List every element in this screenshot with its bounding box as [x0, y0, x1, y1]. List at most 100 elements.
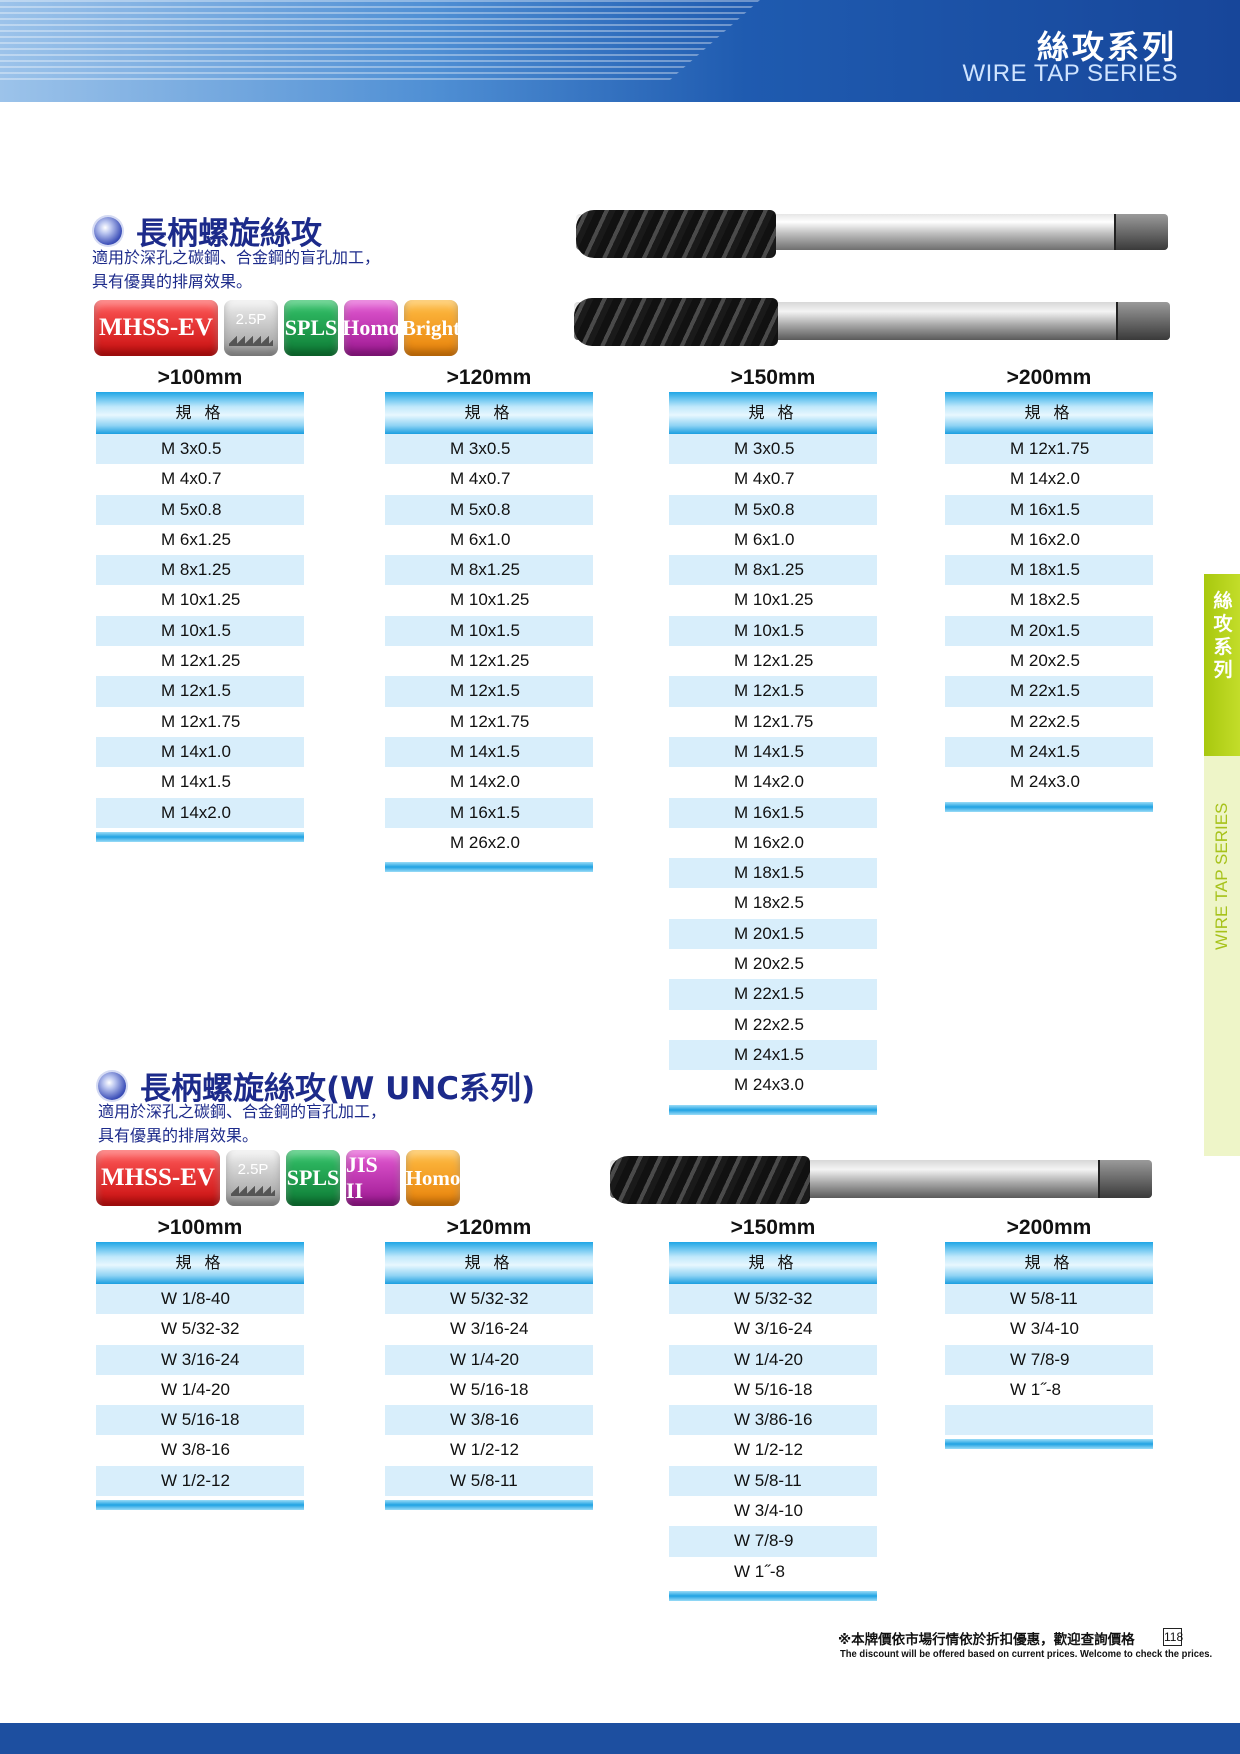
col-length-header: >100mm: [157, 366, 243, 389]
spec-row: M 5x0.8: [669, 494, 877, 525]
spec-row: M 20x1.5: [669, 918, 877, 950]
spec-row: M 24x1.5: [669, 1039, 877, 1071]
col-length-header: >100mm: [157, 1216, 243, 1239]
spec-rows: M 12x1.75 M 14x2.0 M 16x1.5 M 16x2.0 M 18x1.…: [945, 434, 1153, 798]
spec-row: M 16x2.0: [734, 832, 804, 852]
spec-row: M 14x1.5: [385, 736, 593, 768]
spec-row: M 8x1.25: [385, 555, 593, 586]
table-footer-bar: [945, 801, 1153, 812]
spec-rows: M 3x0.5 M 4x0.7 M 5x0.8 M 6x1.0 M 8x1.25 M 10…: [385, 434, 593, 858]
spec-row: M 18x1.5: [669, 858, 877, 889]
badge-pitch: 2.5P: [226, 1150, 280, 1206]
tool-shank-square: [1114, 214, 1168, 250]
spec-row: M 12x1.75: [734, 711, 814, 731]
spec-row: M 24x3.0: [1010, 772, 1080, 792]
section1-col-100: >100mm 規 格 M 3x0.5 M 4x0.7 M 5x0.8 M 6x1.25…: [96, 364, 304, 842]
section2-col-100: >100mm 規 格 W 1/8-40 W 5/32-32 W 3/16-24 W 1…: [96, 1214, 304, 1511]
spec-row: W 3/4-10: [734, 1501, 803, 1521]
spec-header: 規 格: [669, 1242, 877, 1284]
spec-row: M 20x2.5: [1010, 651, 1080, 671]
spec-row: M 12x1.25: [450, 651, 530, 671]
section1-desc-line2: 具有優異的排屑效果。: [92, 272, 253, 291]
spec-row: W 3/16-24: [734, 1319, 813, 1339]
spec-row: M 26x2.0: [450, 832, 520, 852]
section2-description: 適用於深孔之碳鋼、合金鋼的盲孔加工， 具有優異的排屑效果。: [98, 1100, 386, 1148]
spec-row: M 10x1.5: [385, 615, 593, 647]
spec-row: W 1/4-20: [669, 1344, 877, 1375]
spec-header: 規 格: [945, 392, 1153, 434]
spec-row: M 5x0.8: [96, 494, 304, 525]
spec-row: W 3/4-10: [1010, 1319, 1079, 1339]
spec-row: M 20x2.5: [734, 954, 804, 974]
table-footer-bar: [96, 831, 304, 842]
col-length-header: >200mm: [1006, 1216, 1092, 1239]
spec-row: W 5/32-32: [385, 1284, 593, 1315]
tool-image-tap-1: [576, 210, 1168, 258]
spec-header: 規 格: [96, 1242, 304, 1284]
spec-row: M 4x0.7: [161, 469, 222, 489]
badge-pitch-label: 2.5P: [237, 1160, 269, 1178]
spec-rows: W 1/8-40 W 5/32-32 W 3/16-24 W 1/4-20 W 5/16…: [96, 1284, 304, 1497]
spec-header: 規 格: [945, 1242, 1153, 1284]
spec-row: M 8x1.25: [96, 555, 304, 586]
spec-row: W 3/86-16: [669, 1405, 877, 1436]
spec-header: 規 格: [385, 392, 593, 434]
footer-band: [0, 1723, 1240, 1754]
spec-row: M 22x1.5: [945, 676, 1153, 707]
spec-row: W 1/2-12: [734, 1440, 803, 1460]
spec-row: M 16x1.5: [669, 797, 877, 828]
price-note-en: The discount will be offered based on cu…: [840, 1648, 1213, 1660]
spec-row: W 5/32-32: [161, 1319, 240, 1339]
section1-description: 適用於深孔之碳鋼、合金鋼的盲孔加工， 具有優異的排屑效果。: [92, 246, 380, 294]
table-footer-bar: [385, 862, 593, 873]
spec-row: W 5/8-11: [669, 1465, 877, 1497]
saw-tooth-icon: [229, 333, 273, 346]
spec-row: M 10x1.25: [450, 590, 530, 610]
tool-flutes: [574, 298, 778, 346]
spec-header: 規 格: [669, 392, 877, 434]
section2-desc-line1: 適用於深孔之碳鋼、合金鋼的盲孔加工，: [98, 1102, 387, 1121]
header-band: 絲攻系列 WIRE TAP SERIES: [0, 0, 1240, 102]
spec-row: W 5/16-18: [734, 1379, 813, 1399]
spec-row: W 5/16-18: [450, 1379, 529, 1399]
spec-row: W 1˝-8: [1010, 1379, 1061, 1399]
spec-row: M 14x2.0: [96, 797, 304, 828]
spec-row: M 22x2.5: [734, 1014, 804, 1034]
badge-jis: JIS II: [346, 1150, 400, 1206]
price-note-zh: ※本牌價依市場行情依於折扣優惠，歡迎查詢價格: [838, 1632, 1135, 1648]
spec-row: W 1˝-8: [734, 1561, 785, 1581]
col-length-header: >200mm: [1006, 366, 1092, 389]
bullet-icon: [98, 1071, 126, 1100]
spec-row: M 22x2.5: [1010, 711, 1080, 731]
tool-image-tap-3: [610, 1156, 1152, 1204]
spec-row: M 10x1.25: [161, 590, 241, 610]
spec-row: W 7/8-9: [945, 1344, 1153, 1375]
spec-row: M 12x1.5: [669, 676, 877, 707]
bullet-icon: [94, 216, 122, 245]
spec-row: M 16x1.5: [945, 494, 1153, 525]
spec-row: M 24x1.5: [945, 736, 1153, 768]
spec-row: W 5/8-11: [385, 1465, 593, 1497]
spec-rows: M 3x0.5 M 4x0.7 M 5x0.8 M 6x1.25 M 8x1.25 M 1…: [96, 434, 304, 828]
spec-row: M 14x1.5: [669, 736, 877, 768]
spec-row: W 1/8-40: [96, 1284, 304, 1315]
col-length-header: >150mm: [730, 1216, 816, 1239]
spec-row: W 5/8-11: [945, 1284, 1153, 1315]
section2-col-150: >150mm 規 格 W 5/32-32 W 3/16-24 W 1/4-20 W 5…: [669, 1214, 877, 1601]
saw-tooth-icon: [231, 1183, 275, 1196]
side-tab-label-zh: 絲 攻 系 列: [1213, 590, 1233, 681]
table-footer-bar: [385, 1500, 593, 1511]
spec-row: M 6x1.0: [450, 529, 511, 549]
spec-row: M 14x2.0: [450, 772, 520, 792]
spec-row: W 5/16-18: [96, 1405, 304, 1436]
spec-row: W 1/4-20: [385, 1344, 593, 1375]
page-number: 118: [1163, 1628, 1184, 1646]
spec-rows: W 5/32-32 W 3/16-24 W 1/4-20 W 5/16-18 W 3/8…: [669, 1284, 877, 1587]
spec-row: M 8x1.25: [669, 555, 877, 586]
badge-pitch: 2.5P: [224, 300, 278, 356]
spec-row: M 18x1.5: [945, 555, 1153, 586]
badge-homo: Homo: [342, 300, 400, 356]
badge-mhss-ev: MHSS-EV: [94, 300, 218, 356]
section2-col-200: >200mm 規 格 W 5/8-11 W 3/4-10 W 7/8-9 W 1˝-8: [945, 1214, 1153, 1450]
spec-row: M 4x0.7: [734, 469, 795, 489]
